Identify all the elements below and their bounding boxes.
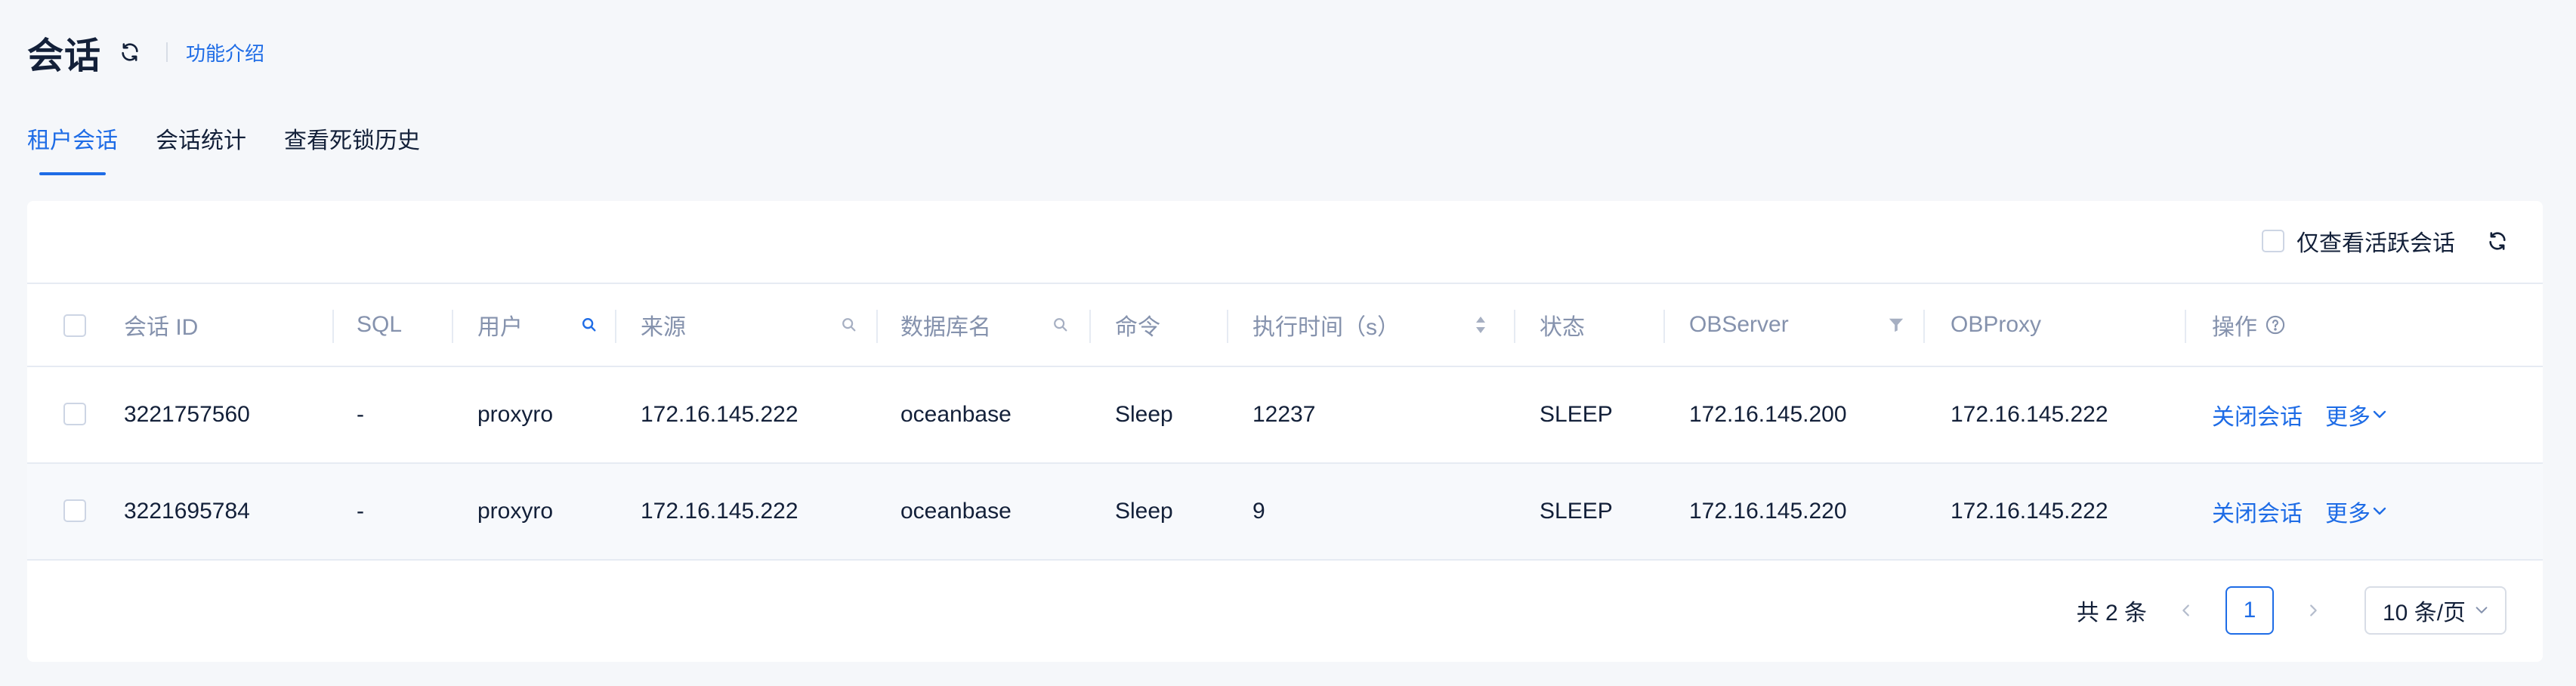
cell-sql: - — [357, 402, 364, 427]
column-divider — [1089, 310, 1091, 343]
cell-session-id: 3221757560 — [124, 402, 250, 427]
close-session-button[interactable]: 关闭会话 — [2212, 398, 2303, 431]
feature-intro-link[interactable]: 功能介绍 — [186, 39, 264, 66]
table-row: 3221695784 - proxyro 172.16.145.222 ocea… — [27, 464, 2543, 561]
page-number-button[interactable]: 1 — [2225, 586, 2274, 635]
column-header-user: 用户 — [477, 315, 523, 340]
column-header-command: 命令 — [1115, 315, 1160, 340]
cell-obproxy: 172.16.145.222 — [1951, 499, 2108, 524]
column-divider — [1663, 310, 1665, 343]
column-header-session-id: 会话 ID — [124, 315, 199, 340]
total-count: 共 2 条 — [2076, 601, 2147, 626]
cell-command: Sleep — [1115, 499, 1173, 524]
chevron-down-icon — [2373, 507, 2386, 515]
column-divider — [615, 310, 616, 343]
refresh-icon[interactable] — [115, 37, 145, 67]
tab-deadlock-history[interactable]: 查看死锁历史 — [284, 121, 420, 175]
active-only-label: 仅查看活跃会话 — [2296, 231, 2455, 256]
more-dropdown[interactable]: 更多 — [2325, 398, 2389, 431]
cell-command: Sleep — [1115, 402, 1173, 427]
cell-sql: - — [357, 499, 364, 524]
tab-tenant-sessions[interactable]: 租户会话 — [27, 121, 118, 175]
more-label: 更多 — [2325, 405, 2371, 430]
column-header-sql: SQL — [357, 312, 403, 337]
row-checkbox[interactable] — [63, 403, 86, 425]
refresh-icon[interactable] — [2482, 226, 2513, 256]
column-divider — [1514, 310, 1515, 343]
column-divider — [876, 310, 878, 343]
column-header-operations: 操作 — [2212, 284, 2286, 366]
cell-source: 172.16.145.222 — [641, 499, 798, 524]
table-toolbar: 仅查看活跃会话 — [2262, 222, 2513, 260]
cell-database: oceanbase — [900, 499, 1012, 524]
table-header: 会话 ID SQL 用户 来源 数据库名 命令 执行时间（s） 状态 OBSer… — [27, 283, 2543, 367]
sessions-card: 仅查看活跃会话 会话 ID SQL 用户 来源 数据库名 命令 执行时间（s） … — [27, 201, 2543, 662]
cell-source: 172.16.145.222 — [641, 402, 798, 427]
cell-user: proxyro — [477, 402, 554, 427]
cell-database: oceanbase — [900, 402, 1012, 427]
header-divider — [166, 42, 168, 62]
active-only-checkbox[interactable] — [2262, 230, 2284, 252]
cell-obproxy: 172.16.145.222 — [1951, 402, 2108, 427]
column-header-exec-time: 执行时间（s） — [1252, 315, 1400, 340]
cell-exec-time: 9 — [1252, 499, 1265, 524]
page-size-value: 10 条/页 — [2383, 601, 2466, 626]
column-header-state: 状态 — [1540, 315, 1585, 340]
sort-icon[interactable] — [1470, 314, 1491, 335]
cell-exec-time: 12237 — [1252, 402, 1316, 427]
chevron-down-icon — [2476, 607, 2488, 613]
cell-observer: 172.16.145.220 — [1689, 499, 1847, 524]
close-session-button[interactable]: 关闭会话 — [2212, 495, 2303, 528]
search-icon[interactable] — [579, 314, 600, 335]
operations-label: 操作 — [2212, 315, 2257, 340]
page-header: 会话 功能介绍 — [27, 27, 264, 77]
cell-observer: 172.16.145.200 — [1689, 402, 1847, 427]
filter-icon[interactable] — [1886, 314, 1907, 335]
chevron-down-icon — [2373, 410, 2386, 419]
chevron-left-icon[interactable] — [2171, 595, 2201, 626]
sessions-table: 会话 ID SQL 用户 来源 数据库名 命令 执行时间（s） 状态 OBSer… — [27, 283, 2543, 561]
cell-state: SLEEP — [1540, 499, 1613, 524]
column-divider — [1923, 310, 1925, 343]
table-row: 3221757560 - proxyro 172.16.145.222 ocea… — [27, 367, 2543, 464]
pagination: 共 2 条 1 10 条/页 — [2077, 586, 2507, 635]
column-divider — [452, 310, 453, 343]
chevron-right-icon[interactable] — [2298, 595, 2328, 626]
help-icon[interactable] — [2265, 314, 2286, 335]
search-icon[interactable] — [839, 314, 860, 335]
cell-operations: 关闭会话 更多 — [2212, 464, 2389, 559]
more-dropdown[interactable]: 更多 — [2325, 495, 2389, 528]
select-all-checkbox[interactable] — [63, 314, 86, 337]
column-header-source: 来源 — [641, 315, 686, 340]
column-header-database: 数据库名 — [900, 315, 991, 340]
column-divider — [2185, 310, 2186, 343]
column-header-observer: OBServer — [1689, 312, 1789, 337]
page-title: 会话 — [27, 36, 102, 76]
page-size-select[interactable]: 10 条/页 — [2364, 586, 2507, 635]
cell-session-id: 3221695784 — [124, 499, 250, 524]
row-checkbox[interactable] — [63, 499, 86, 522]
column-header-obproxy: OBProxy — [1951, 312, 2042, 337]
search-icon[interactable] — [1050, 314, 1071, 335]
more-label: 更多 — [2325, 502, 2371, 527]
column-divider — [332, 310, 334, 343]
column-divider — [1227, 310, 1228, 343]
cell-operations: 关闭会话 更多 — [2212, 367, 2389, 462]
tab-bar: 租户会话 会话统计 查看死锁历史 — [27, 121, 458, 175]
tab-session-statistics[interactable]: 会话统计 — [156, 121, 246, 175]
cell-state: SLEEP — [1540, 402, 1613, 427]
cell-user: proxyro — [477, 499, 554, 524]
